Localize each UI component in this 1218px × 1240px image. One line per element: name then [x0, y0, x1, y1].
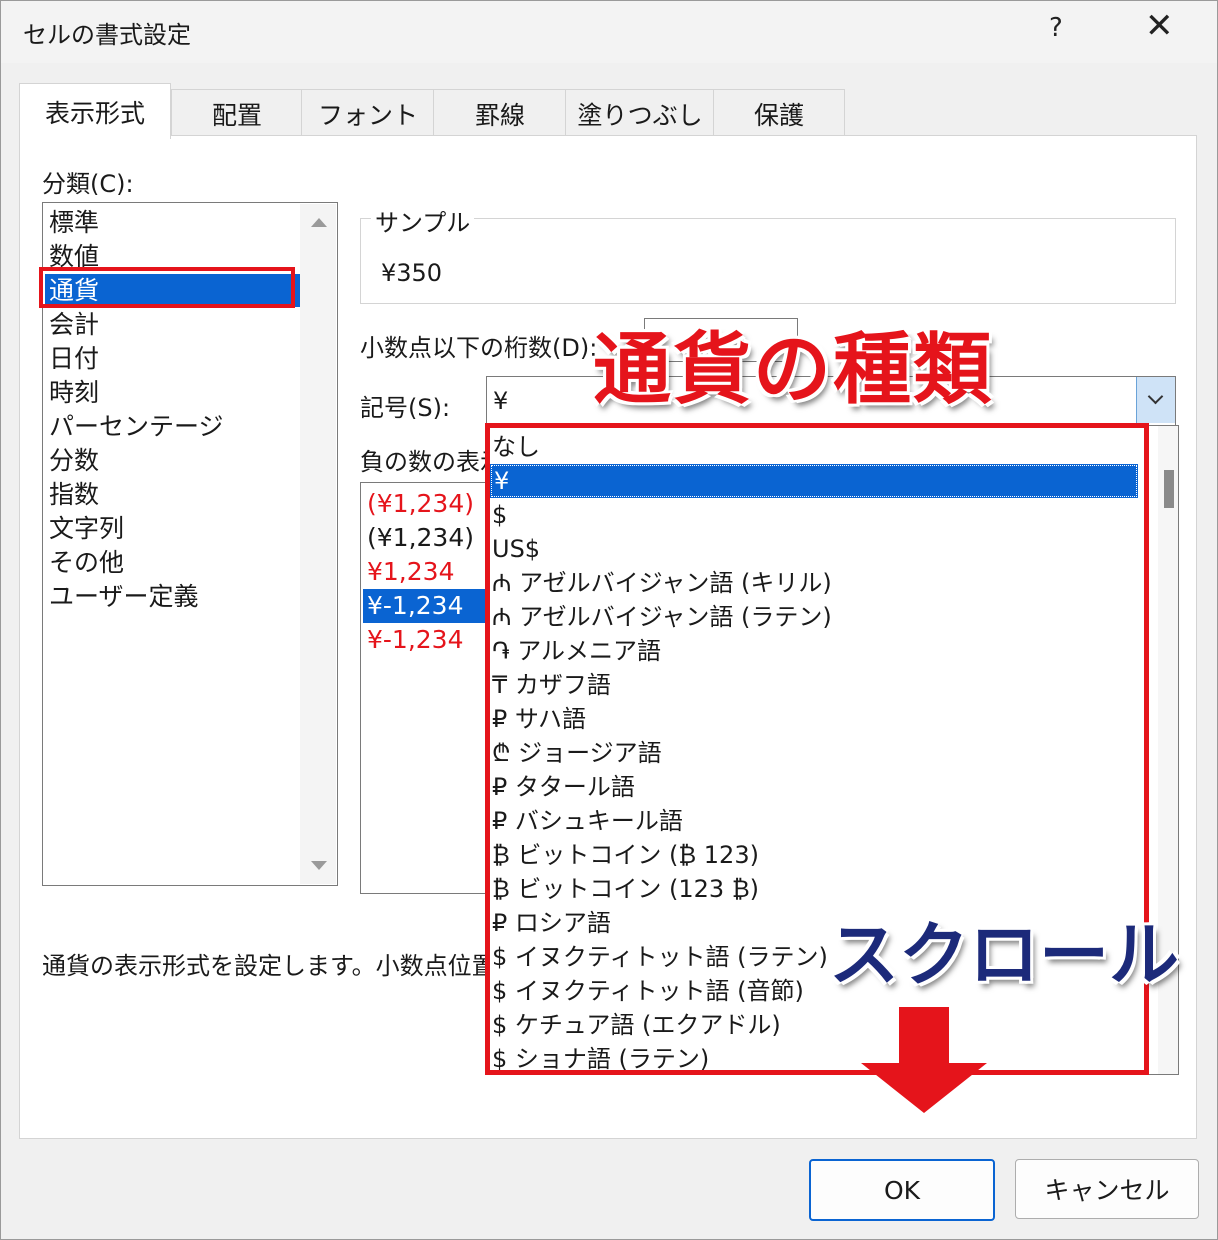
symbol-label: 記号(S): [360, 394, 451, 422]
negative-format-item[interactable]: (¥1,234) [367, 487, 474, 521]
tab-fill[interactable]: 塗りつぶし [565, 89, 715, 138]
tab-number[interactable]: 表示形式 [19, 83, 171, 139]
symbol-dropdown-button[interactable] [1136, 377, 1175, 423]
negative-format-item[interactable]: ¥1,234 [367, 555, 454, 589]
category-item[interactable]: 会計 [49, 308, 99, 341]
category-label: 分類(C): [42, 170, 134, 198]
cancel-button[interactable]: キャンセル [1015, 1159, 1199, 1219]
down-arrow-icon [861, 1007, 987, 1113]
tab-border[interactable]: 罫線 [433, 89, 567, 138]
negative-format-item[interactable]: (¥1,234) [367, 521, 474, 555]
sample-group: サンプル ¥350 [360, 203, 1176, 304]
highlight-box-category [39, 267, 295, 308]
symbol-value: ¥ [493, 387, 509, 415]
category-item[interactable]: ユーザー定義 [49, 580, 199, 613]
category-item[interactable]: その他 [49, 546, 124, 579]
title-bar: セルの書式設定 ? ✕ [1, 1, 1217, 63]
category-item[interactable]: 標準 [49, 206, 99, 239]
annotation-scroll: スクロール [829, 914, 1179, 996]
scroll-up-icon[interactable] [311, 218, 327, 227]
decimal-places-label: 小数点以下の桁数(D): [360, 334, 598, 362]
negative-format-item-selected[interactable]: ¥-1,234 [363, 589, 493, 623]
sample-value: ¥350 [381, 259, 443, 287]
tab-alignment[interactable]: 配置 [171, 89, 303, 138]
close-icon[interactable]: ✕ [1145, 9, 1174, 43]
category-item[interactable]: 指数 [49, 478, 99, 511]
tab-font[interactable]: フォント [301, 89, 435, 138]
category-scrollbar[interactable] [300, 204, 336, 884]
category-item[interactable]: パーセンテージ [49, 410, 224, 443]
negative-format-item[interactable]: ¥-1,234 [367, 623, 464, 657]
tab-protection[interactable]: 保護 [713, 89, 845, 138]
annotation-currency-types: 通貨の種類 [593, 325, 994, 415]
category-item[interactable]: 文字列 [49, 512, 124, 545]
sample-legend: サンプル [371, 203, 475, 238]
dialog-title: セルの書式設定 [23, 21, 191, 49]
category-item[interactable]: 分数 [49, 444, 99, 477]
category-item[interactable]: 時刻 [49, 376, 99, 409]
dropdown-scroll-thumb[interactable] [1164, 470, 1174, 508]
chevron-down-icon [1147, 388, 1164, 405]
scroll-down-icon[interactable] [311, 861, 327, 870]
help-icon[interactable]: ? [1049, 13, 1063, 43]
format-cells-dialog: セルの書式設定 ? ✕ 表示形式 配置 フォント 罫線 塗りつぶし 保護 分類(… [0, 0, 1218, 1240]
category-item[interactable]: 日付 [49, 342, 99, 375]
ok-button[interactable]: OK [809, 1159, 995, 1221]
